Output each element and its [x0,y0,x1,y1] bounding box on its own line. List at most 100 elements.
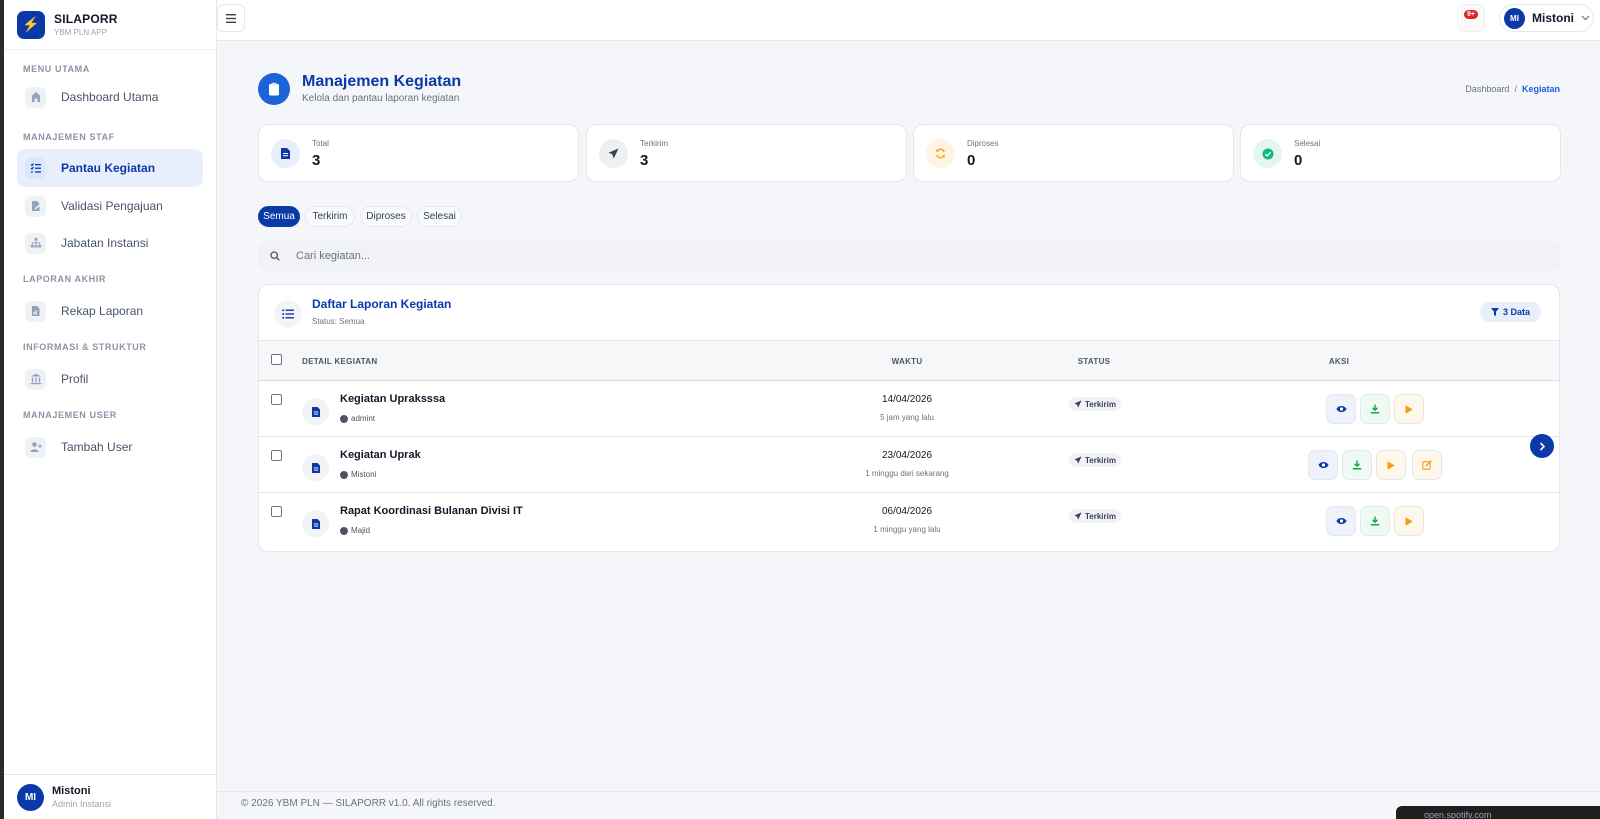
activity-date: 06/04/2026 [881,506,933,517]
search-bar [258,241,1560,271]
stat-label: Terkirim [640,139,668,148]
status-badge: Terkirim [1069,509,1121,523]
user-circle-icon [340,414,348,423]
tab-selesai[interactable]: Selesai [417,206,462,227]
tab-terkirim[interactable]: Terkirim [305,206,355,227]
view-button[interactable] [1326,506,1356,536]
sidebar-item-rekap-laporan[interactable]: Rekap Laporan [17,292,203,330]
sidebar-user-profile[interactable]: MI Mistoni Admin Instansi [4,774,216,819]
list-check-icon [25,157,46,179]
view-button[interactable] [1308,450,1338,480]
sidebar-item-label: Profil [61,372,89,386]
activity-relative-time: 1 minggu dari sekarang [865,469,949,478]
brand[interactable]: ⚡ SILAPORR YBM PLN APP [4,0,216,50]
user-circle-icon [340,526,348,535]
activity-title[interactable]: Kegiatan Upraksssa [340,393,445,405]
stat-value: 0 [1294,152,1303,169]
hamburger-icon [226,13,236,23]
sidebar-item-label: Validasi Pengajuan [61,199,163,213]
play-icon [1387,460,1395,470]
file-icon [302,398,329,425]
activity-title[interactable]: Rapat Koordinasi Bulanan Divisi IT [340,505,523,517]
sidebar-item-dashboard[interactable]: Dashboard Utama [17,78,203,116]
stat-value: 3 [312,152,321,169]
play-icon [1405,404,1413,414]
select-all-checkbox[interactable] [271,354,282,365]
breadcrumb-separator: / [1511,84,1520,94]
notification-button[interactable]: 9+ [1457,4,1485,32]
file-chart-icon [25,300,46,322]
sidebar-item-profil[interactable]: Profil [17,360,203,398]
view-button[interactable] [1326,394,1356,424]
media-popup[interactable]: open.spotify.com [1396,806,1600,819]
eye-icon [1336,518,1346,524]
download-button[interactable] [1360,394,1390,424]
footer-copyright: © 2026 YBM PLN — SILAPORR v1.0. All righ… [241,798,496,809]
page-title: Manajemen Kegiatan [302,73,462,90]
sidebar-item-label: Rekap Laporan [61,304,144,318]
page-subtitle: Kelola dan pantau laporan kegiatan [302,93,460,104]
sidebar-item-tambah-user[interactable]: Tambah User [17,428,203,466]
paper-plane-icon [1074,512,1082,520]
tab-diproses[interactable]: Diproses [360,206,412,227]
process-button[interactable] [1394,506,1424,536]
breadcrumb-dashboard-link[interactable]: Dashboard [1465,84,1509,94]
sitemap-icon [25,232,46,254]
brand-subtitle: YBM PLN APP [54,28,107,37]
stat-card-total: Total 3 [258,124,579,182]
file-icon [302,454,329,481]
eye-icon [1318,462,1328,468]
column-header-waktu: WAKTU [891,357,923,366]
user-menu-button[interactable]: MI Mistoni [1499,4,1594,32]
row-checkbox[interactable] [271,450,282,461]
status-badge: Terkirim [1069,397,1121,411]
paper-plane-icon [1074,400,1082,408]
edit-icon [1422,460,1432,470]
search-input[interactable] [296,250,1496,262]
sidebar-item-jabatan-instansi[interactable]: Jabatan Instansi [17,224,203,262]
table-row: Rapat Koordinasi Bulanan Divisi IT Majid… [259,493,1559,549]
author-name: Majid [351,526,371,535]
stat-label: Diproses [967,139,999,148]
process-button[interactable] [1376,450,1406,480]
status-label: Terkirim [1085,511,1116,521]
footer: © 2026 YBM PLN — SILAPORR v1.0. All righ… [217,791,1600,819]
stat-label: Selesai [1294,139,1321,148]
activity-relative-time: 1 minggu yang lalu [873,525,941,534]
filter-icon [1490,308,1499,316]
user-circle-icon [340,470,348,479]
clipboard-icon [258,73,290,105]
sidebar-item-validasi-pengajuan[interactable]: Validasi Pengajuan [17,187,203,225]
data-count-badge: 3 Data [1479,302,1541,322]
edit-button[interactable] [1412,450,1442,480]
download-button[interactable] [1342,450,1372,480]
row-checkbox[interactable] [271,506,282,517]
nav-section-menu-utama: MENU UTAMA [23,64,90,74]
scroll-right-button[interactable] [1530,434,1554,458]
download-icon [1352,460,1362,470]
data-count-label: 3 Data [1502,307,1530,317]
search-icon [258,251,286,261]
download-button[interactable] [1360,506,1390,536]
sidebar-item-label: Dashboard Utama [61,90,159,104]
activity-author: Majid [340,526,370,535]
process-button[interactable] [1394,394,1424,424]
table-header-row: DETAIL KEGIATAN WAKTU STATUS AKSI [259,341,1559,381]
eye-icon [1336,406,1346,412]
activity-title[interactable]: Kegiatan Uprak [340,449,421,461]
avatar: MI [1504,7,1525,29]
breadcrumb-current: Kegiatan [1521,84,1560,94]
table-subtitle: Status: Semua [312,317,365,326]
stat-card-terkirim: Terkirim 3 [586,124,907,182]
author-name: admint [351,414,376,423]
stat-card-diproses: Diproses 0 [913,124,1234,182]
sidebar-item-label: Jabatan Instansi [61,236,149,250]
sidebar: ⚡ SILAPORR YBM PLN APP MENU UTAMA Dashbo… [4,0,217,819]
sidebar-item-label: Pantau Kegiatan [61,161,156,175]
file-icon [302,510,329,537]
stat-value: 3 [640,152,649,169]
hamburger-menu-button[interactable] [217,4,245,32]
sidebar-item-pantau-kegiatan[interactable]: Pantau Kegiatan [17,149,203,187]
tab-semua[interactable]: Semua [258,206,300,227]
row-checkbox[interactable] [271,394,282,405]
